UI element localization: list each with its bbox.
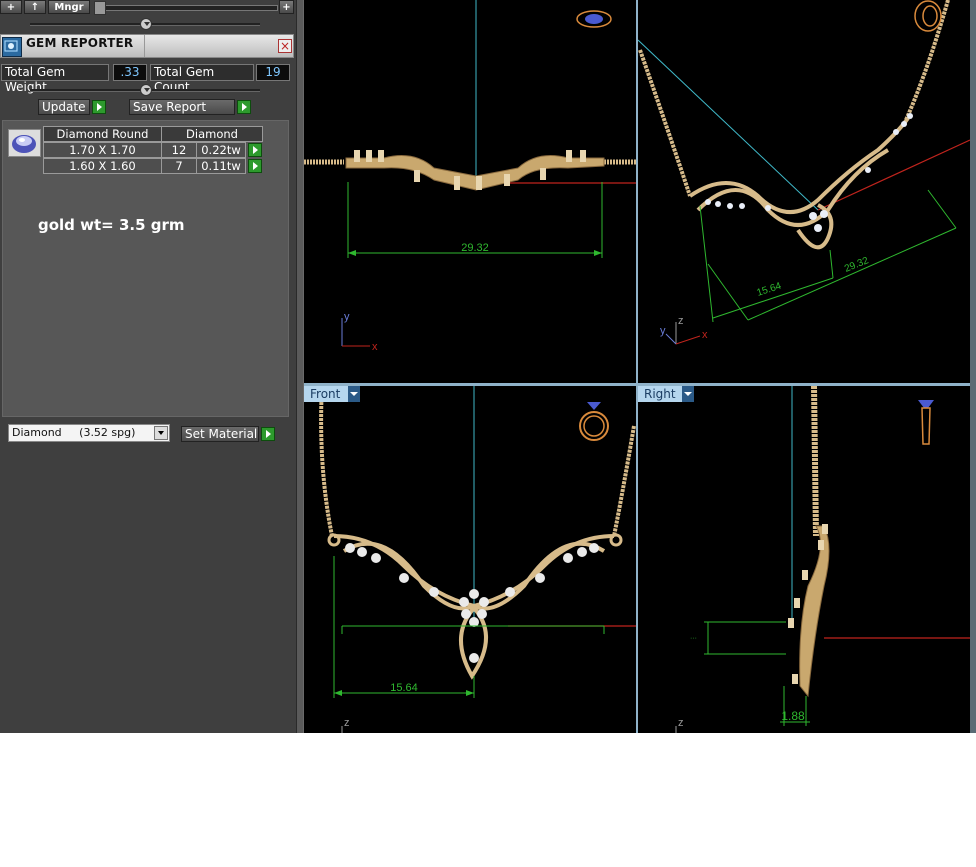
panel-splitter[interactable] (296, 0, 304, 733)
top-axis-y-label: y (344, 311, 350, 323)
zoom-slider-thumb[interactable] (94, 1, 106, 15)
perspective-axis-z-label: z (678, 315, 684, 327)
table-row-2-size: 1.60 X 1.60 (43, 158, 162, 174)
total-gem-count-value: 19 (256, 64, 290, 81)
gold-weight-note: gold wt= 3.5 grm (38, 216, 185, 234)
table-row-2-weight: 0.11tw (196, 158, 246, 174)
viewport-right-menu-icon[interactable] (682, 386, 694, 402)
round-diamond-icon (8, 129, 41, 157)
viewport-right-label[interactable]: Right (638, 386, 682, 402)
table-header-shape: Diamond Round (43, 126, 162, 142)
app-window: + ↑ Mngr + GEM REPORTER × Total Gem Weig… (0, 0, 976, 733)
material-dropdown[interactable]: Diamond (3.52 spg) (8, 424, 170, 442)
gem-table-area: Diamond Round Diamond 1.70 X 1.70 12 0.2… (2, 120, 289, 417)
right-axis-z-label: z (678, 717, 684, 729)
total-gem-weight-value: .33 (113, 64, 147, 81)
update-button[interactable]: Update (38, 99, 90, 115)
manager-button[interactable]: Mngr (48, 0, 90, 14)
svg-text:···: ··· (690, 635, 697, 642)
up-arrow-button[interactable]: ↑ (24, 0, 46, 14)
top-dimension-label: 29.32 (461, 242, 489, 254)
total-gem-weight-label: Total Gem Weight (1, 64, 109, 94)
left-panel: + ↑ Mngr + GEM REPORTER × Total Gem Weig… (0, 0, 296, 733)
table-row-2-go-icon[interactable] (248, 159, 262, 173)
viewport-divider-horizontal[interactable] (304, 383, 970, 386)
perspective-axis-y-label: y (660, 325, 666, 337)
chevron-down-icon[interactable] (154, 426, 168, 440)
viewport-divider-vertical[interactable] (636, 0, 638, 733)
view-cube-ring-icon[interactable] (918, 400, 934, 445)
gem-reporter-header: GEM REPORTER × (0, 34, 294, 58)
perspective-axis-x-label: x (702, 329, 708, 341)
viewport-top[interactable]: 29.32 y x (304, 0, 636, 383)
viewport-perspective[interactable]: 15.64 29.32 y z x (638, 0, 970, 383)
view-cube-ring-icon[interactable] (576, 10, 612, 28)
table-row-1-weight: 0.22tw (196, 142, 246, 158)
viewport-front[interactable]: 15.64 z Front (304, 386, 636, 733)
update-go-icon[interactable] (92, 100, 106, 114)
table-row-2-count: 7 (161, 158, 197, 174)
add-button[interactable]: + (0, 0, 22, 14)
table-row-1-count: 12 (161, 142, 197, 158)
save-report-go-icon[interactable] (237, 100, 251, 114)
collapse-knob-middle[interactable] (140, 84, 152, 96)
close-icon[interactable]: × (278, 39, 292, 53)
front-dimension-label: 15.64 (390, 682, 418, 694)
front-axis-z-label: z (344, 717, 350, 729)
set-material-button[interactable]: Set Material (181, 426, 259, 442)
top-axis-x-label: x (372, 341, 378, 353)
table-header-stone: Diamond (161, 126, 263, 142)
viewport-front-label[interactable]: Front (304, 386, 348, 402)
material-dropdown-value: Diamond (3.52 spg) (12, 426, 136, 439)
zoom-slider-track[interactable] (96, 5, 278, 11)
viewport-right-edge (970, 0, 976, 733)
right-dimension-label: 1.88 (781, 709, 805, 723)
gem-reporter-title: GEM REPORTER (26, 36, 134, 50)
collapse-knob-top[interactable] (140, 18, 152, 30)
table-row-1-size: 1.70 X 1.70 (43, 142, 162, 158)
viewport-right[interactable]: ··· 1.88 z Right (638, 386, 970, 733)
plus-button[interactable]: + (279, 0, 294, 14)
view-cube-ring-icon[interactable] (914, 0, 942, 32)
table-row-1-go-icon[interactable] (248, 143, 262, 157)
set-material-go-icon[interactable] (261, 427, 275, 441)
view-cube-ring-icon[interactable] (579, 402, 609, 441)
total-gem-count-label: Total Gem Count (150, 64, 254, 94)
viewport-front-menu-icon[interactable] (348, 386, 360, 402)
save-report-button[interactable]: Save Report (129, 99, 235, 115)
gem-reporter-logo-icon (2, 37, 22, 57)
